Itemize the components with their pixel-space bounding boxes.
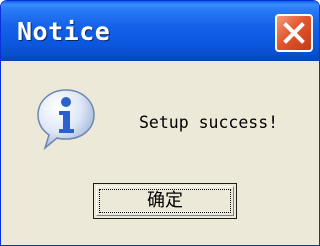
title-bar[interactable]: Notice bbox=[1, 1, 319, 61]
ok-button[interactable]: 确定 bbox=[93, 183, 237, 219]
notice-dialog: Notice Setup success! 确定 bbox=[0, 0, 320, 246]
information-icon bbox=[37, 89, 95, 151]
dialog-message: Setup success! bbox=[139, 113, 279, 132]
close-button[interactable] bbox=[275, 14, 313, 52]
ok-button-label: 确定 bbox=[147, 190, 183, 211]
dialog-body: Setup success! 确定 bbox=[1, 61, 319, 245]
close-icon bbox=[283, 22, 305, 44]
dialog-title: Notice bbox=[17, 17, 111, 46]
